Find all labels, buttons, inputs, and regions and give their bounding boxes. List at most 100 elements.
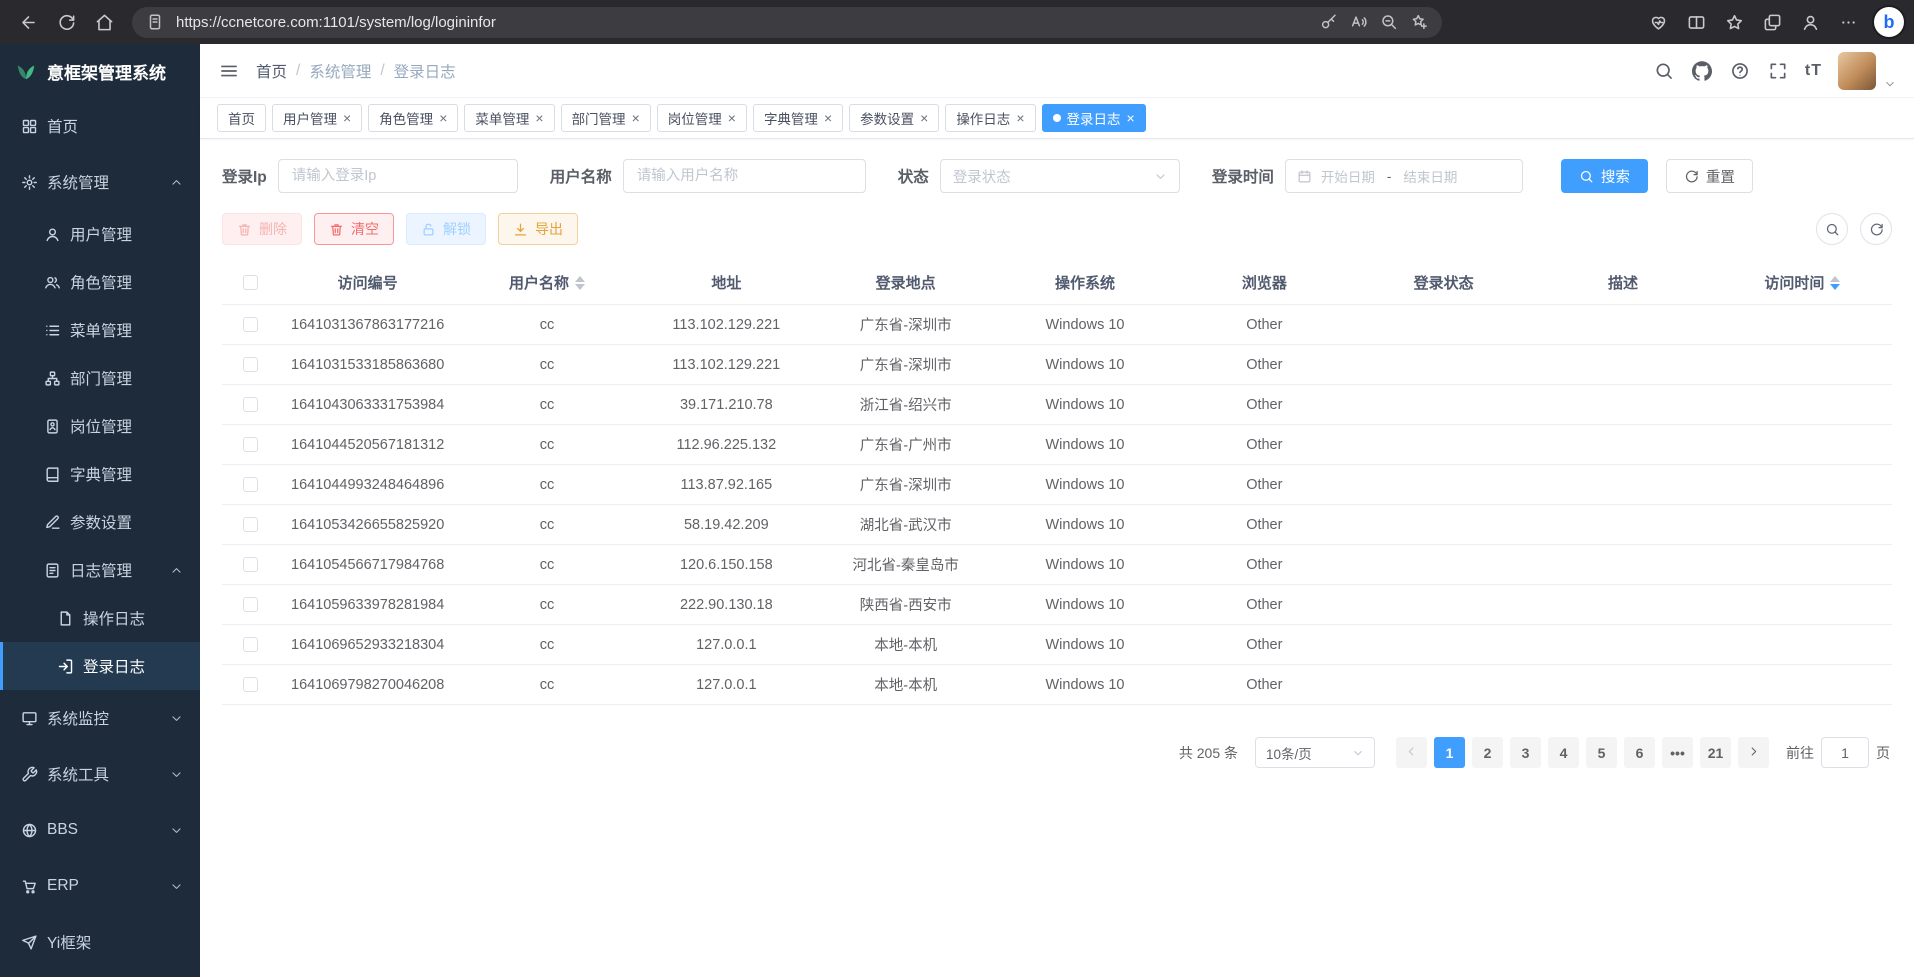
close-icon[interactable]: × [632, 111, 640, 125]
breadcrumb-item-home[interactable]: 首页 [256, 60, 287, 82]
delete-button[interactable]: 删除 [222, 213, 302, 245]
collections-icon[interactable] [1754, 4, 1790, 40]
sidebar-item-log-management[interactable]: 日志管理 [0, 546, 200, 594]
sort-carets-icon[interactable] [575, 276, 585, 290]
read-aloud-icon[interactable] [1350, 13, 1368, 31]
split-screen-icon[interactable] [1678, 4, 1714, 40]
prev-page-button[interactable] [1396, 737, 1427, 768]
copilot-icon[interactable]: b [1874, 7, 1904, 37]
favorites-bar-icon[interactable] [1716, 4, 1752, 40]
page-button-2[interactable]: 2 [1472, 737, 1503, 768]
close-icon[interactable]: × [1016, 111, 1024, 125]
sidebar-item-system-tools[interactable]: 系统工具 [0, 746, 200, 802]
sidebar-item-operation-log[interactable]: 操作日志 [0, 594, 200, 642]
page-button-6[interactable]: 6 [1624, 737, 1655, 768]
sidebar-item-yi-framework[interactable]: Yi框架 [0, 914, 200, 970]
tab-user-management[interactable]: 用户管理× [272, 104, 362, 132]
browser-home-icon[interactable] [86, 4, 122, 40]
row-checkbox[interactable] [243, 317, 258, 332]
row-checkbox[interactable] [243, 517, 258, 532]
tab-param-settings[interactable]: 参数设置× [849, 104, 939, 132]
tab-department-management[interactable]: 部门管理× [561, 104, 651, 132]
clear-button[interactable]: 清空 [314, 213, 394, 245]
browser-menu-icon[interactable] [1830, 4, 1866, 40]
row-checkbox[interactable] [243, 397, 258, 412]
sidebar-item-bbs[interactable]: BBS [0, 802, 200, 858]
search-button[interactable]: 搜索 [1561, 159, 1648, 193]
page-button-3[interactable]: 3 [1510, 737, 1541, 768]
close-icon[interactable]: × [824, 111, 832, 125]
next-page-button[interactable] [1738, 737, 1769, 768]
row-checkbox[interactable] [243, 477, 258, 492]
sidebar-item-param-settings[interactable]: 参数设置 [0, 498, 200, 546]
zoom-out-icon[interactable] [1380, 13, 1398, 31]
tab-post-management[interactable]: 岗位管理× [657, 104, 747, 132]
header-search-icon[interactable] [1653, 60, 1675, 82]
close-icon[interactable]: × [920, 111, 928, 125]
export-button[interactable]: 导出 [498, 213, 578, 245]
username-input[interactable] [623, 159, 866, 193]
sidebar-item-system-monitor[interactable]: 系统监控 [0, 690, 200, 746]
close-icon[interactable]: × [343, 111, 351, 125]
sidebar-item-post-management[interactable]: 岗位管理 [0, 402, 200, 450]
browser-profile-icon[interactable] [1792, 4, 1828, 40]
sidebar-item-user-management[interactable]: 用户管理 [0, 210, 200, 258]
sidebar-item-erp[interactable]: ERP [0, 858, 200, 914]
row-checkbox[interactable] [243, 437, 258, 452]
sidebar-item-home[interactable]: 首页 [0, 98, 200, 154]
sidebar-item-system-management[interactable]: 系统管理 [0, 154, 200, 210]
toggle-search-button[interactable] [1816, 213, 1848, 245]
row-checkbox[interactable] [243, 597, 258, 612]
reset-button[interactable]: 重置 [1666, 159, 1753, 193]
page-button-1[interactable]: 1 [1434, 737, 1465, 768]
date-range-picker[interactable]: 开始日期 - 结束日期 [1285, 159, 1523, 193]
sidebar-item-login-log[interactable]: 登录日志 [0, 642, 200, 690]
tab-dict-management[interactable]: 字典管理× [753, 104, 843, 132]
column-header[interactable]: 用户名称 [457, 272, 636, 293]
refresh-table-button[interactable] [1860, 213, 1892, 245]
select-all-checkbox[interactable] [243, 275, 258, 290]
status-select[interactable]: 登录状态 [940, 159, 1180, 193]
tab-role-management[interactable]: 角色管理× [368, 104, 458, 132]
page-button-4[interactable]: 4 [1548, 737, 1579, 768]
password-key-icon[interactable] [1320, 13, 1338, 31]
page-size-select[interactable]: 10条/页 [1255, 737, 1375, 768]
breadcrumb-item-system[interactable]: 系统管理 [309, 60, 371, 82]
row-checkbox[interactable] [243, 357, 258, 372]
column-header[interactable]: 访问时间 [1713, 272, 1892, 293]
page-button-5[interactable]: 5 [1586, 737, 1617, 768]
row-checkbox[interactable] [243, 637, 258, 652]
browser-refresh-icon[interactable] [48, 4, 84, 40]
fullscreen-icon[interactable] [1767, 60, 1789, 82]
goto-page-input[interactable] [1821, 737, 1869, 768]
tab-menu-management[interactable]: 菜单管理× [464, 104, 554, 132]
row-checkbox[interactable] [243, 557, 258, 572]
page-button-21[interactable]: 21 [1700, 737, 1731, 768]
tab-login-log[interactable]: 登录日志× [1042, 104, 1146, 132]
sidebar-item-menu-management[interactable]: 菜单管理 [0, 306, 200, 354]
close-icon[interactable]: × [728, 111, 736, 125]
sidebar-item-role-management[interactable]: 角色管理 [0, 258, 200, 306]
user-avatar[interactable] [1838, 52, 1876, 90]
sort-carets-icon[interactable] [1830, 276, 1840, 290]
font-size-icon[interactable]: tT [1805, 60, 1822, 82]
github-icon[interactable] [1691, 60, 1713, 82]
sidebar-item-dict-management[interactable]: 字典管理 [0, 450, 200, 498]
tab-home[interactable]: 首页 [217, 104, 266, 132]
close-icon[interactable]: × [535, 111, 543, 125]
tab-operation-log[interactable]: 操作日志× [945, 104, 1035, 132]
add-favorite-icon[interactable] [1410, 13, 1428, 31]
close-icon[interactable]: × [439, 111, 447, 125]
ip-input[interactable] [278, 159, 518, 193]
help-icon[interactable] [1729, 60, 1751, 82]
sidebar-item-department-management[interactable]: 部门管理 [0, 354, 200, 402]
site-info-icon[interactable] [146, 13, 164, 31]
close-icon[interactable]: × [1127, 111, 1135, 125]
row-checkbox[interactable] [243, 677, 258, 692]
browser-back-icon[interactable] [10, 4, 46, 40]
unlock-button[interactable]: 解锁 [406, 213, 486, 245]
more-pages-button[interactable]: ••• [1662, 737, 1693, 768]
browser-essentials-icon[interactable] [1640, 4, 1676, 40]
address-bar[interactable]: https://ccnetcore.com:1101/system/log/lo… [132, 7, 1442, 38]
collapse-sidebar-icon[interactable] [218, 60, 240, 82]
